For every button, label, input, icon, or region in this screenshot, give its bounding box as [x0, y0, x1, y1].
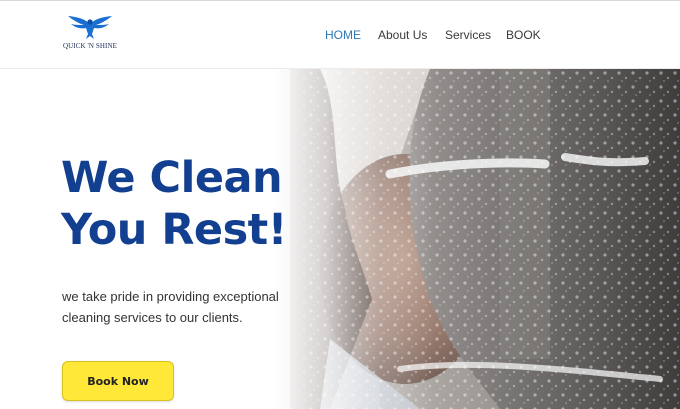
headline-line-2: You Rest! — [61, 205, 287, 255]
headline-line-1: We Clean — [61, 153, 283, 203]
nav-about-us[interactable]: About Us — [378, 28, 427, 42]
hero-section: We Clean You Rest! we take pride in prov… — [0, 69, 680, 409]
nav-book[interactable]: BOOK — [506, 28, 541, 42]
hero-headline: We Clean You Rest! — [61, 152, 361, 256]
hero-tagline: we take pride in providing exceptional c… — [62, 286, 312, 328]
tagline-line-2: cleaning services to our clients. — [62, 310, 243, 325]
site-header: QUICK 'N SHINE HOME About Us Services BO… — [0, 0, 680, 69]
nav-home[interactable]: HOME — [325, 28, 361, 42]
brand-logo[interactable]: QUICK 'N SHINE — [60, 15, 120, 55]
book-now-button[interactable]: Book Now — [62, 361, 174, 401]
tagline-line-1: we take pride in providing exceptional — [62, 289, 279, 304]
logo-text: QUICK 'N SHINE — [63, 42, 117, 50]
nav-services[interactable]: Services — [445, 28, 491, 42]
eagle-icon — [68, 16, 112, 39]
